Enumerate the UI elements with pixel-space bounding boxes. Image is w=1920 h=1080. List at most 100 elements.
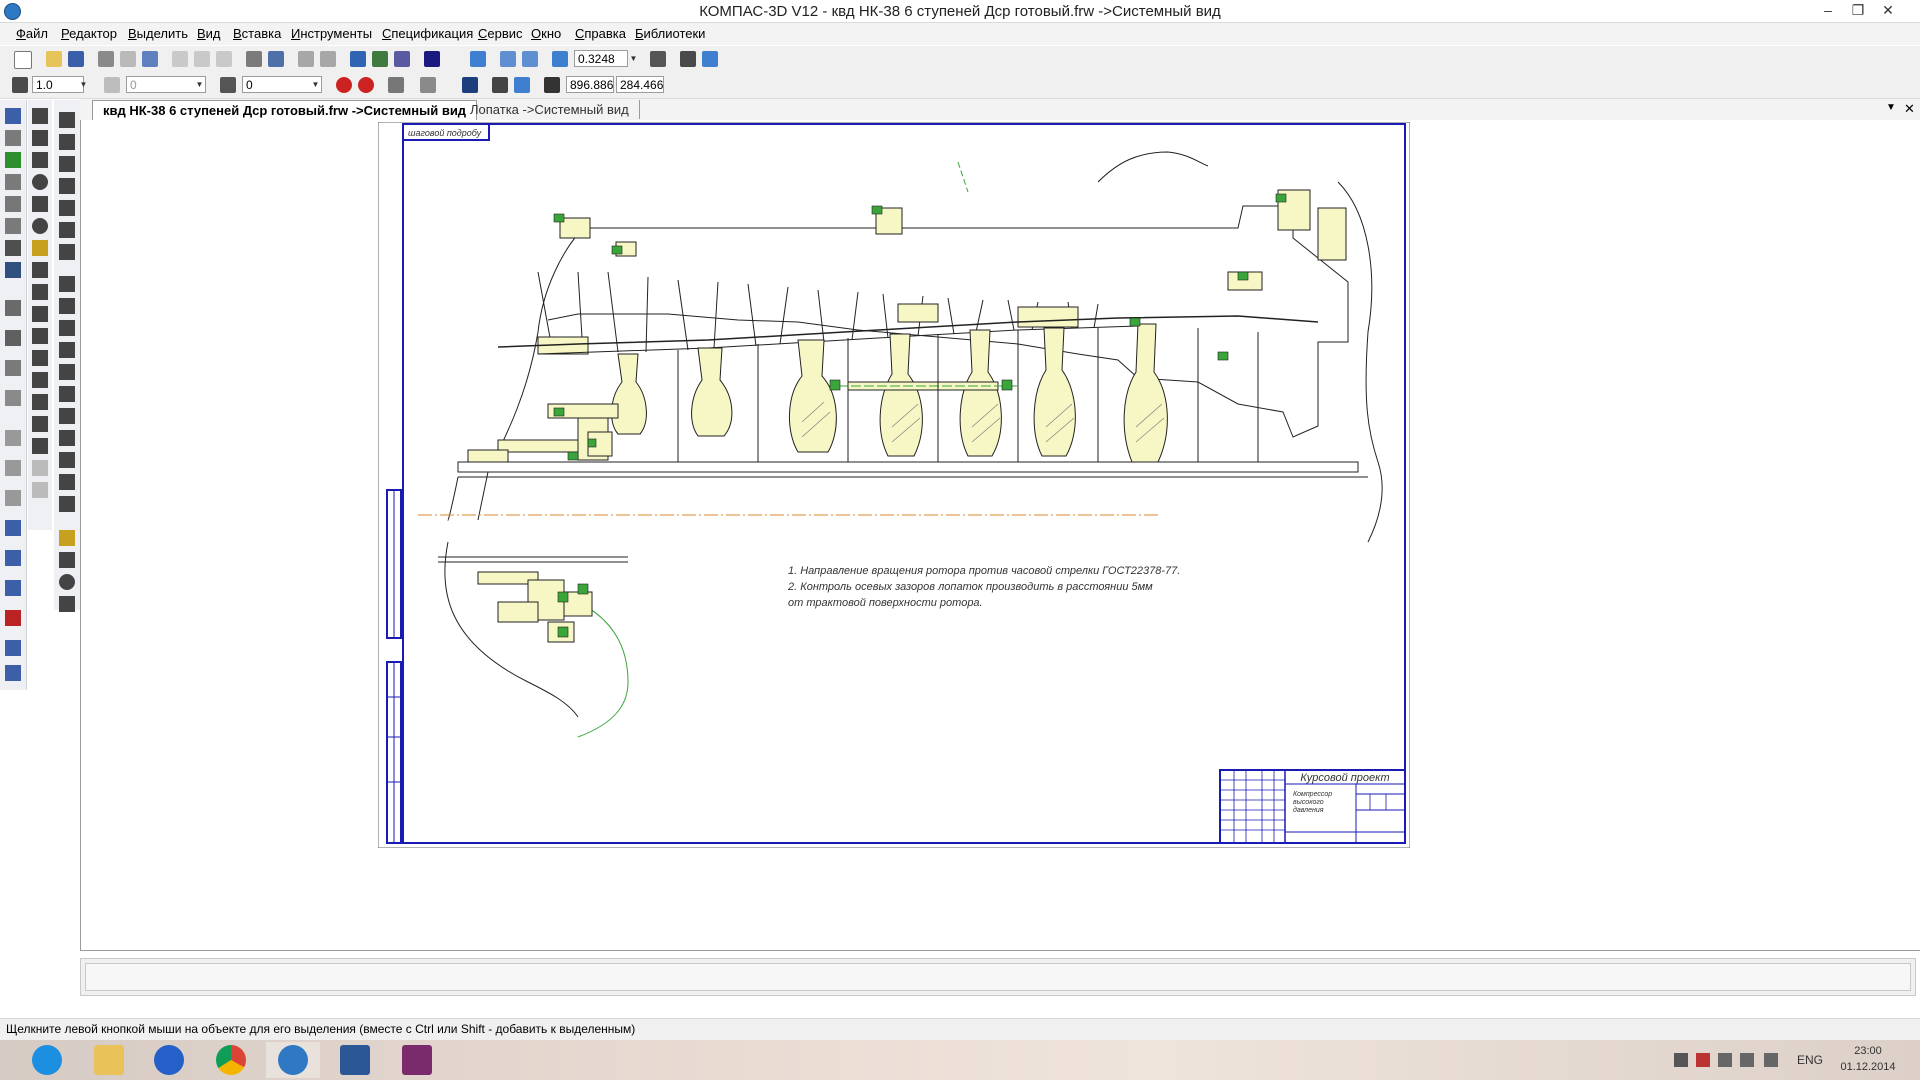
menu-service[interactable]: Сервис bbox=[478, 26, 523, 41]
radial-dimension-icon[interactable] bbox=[59, 156, 75, 172]
geometry-tab-icon[interactable] bbox=[5, 108, 21, 124]
wave-icon[interactable] bbox=[59, 596, 75, 612]
base-icon[interactable] bbox=[59, 320, 75, 336]
height-mark-icon[interactable] bbox=[59, 222, 75, 238]
fill-icon[interactable] bbox=[32, 438, 48, 454]
document-manager-icon[interactable] bbox=[142, 51, 158, 67]
save-icon[interactable] bbox=[68, 51, 84, 67]
previous-view-icon[interactable] bbox=[702, 51, 718, 67]
step-dropdown-icon[interactable]: ▼ bbox=[78, 77, 89, 92]
section-line-icon[interactable] bbox=[59, 452, 75, 468]
variables-icon[interactable] bbox=[394, 51, 410, 67]
snap-icon[interactable] bbox=[336, 77, 352, 93]
parametric-icon[interactable] bbox=[514, 77, 530, 93]
tray-language[interactable]: ENG bbox=[1797, 1053, 1823, 1067]
grid-icon[interactable] bbox=[420, 77, 436, 93]
angular-dimension-icon[interactable] bbox=[59, 178, 75, 194]
tabs-dropdown-icon[interactable]: ▼ bbox=[1886, 102, 1896, 113]
print-preview-icon[interactable] bbox=[120, 51, 136, 67]
sketch-tab-icon[interactable] bbox=[5, 520, 21, 536]
centre-mark-icon[interactable] bbox=[59, 496, 75, 512]
menu-tools[interactable]: Инструменты bbox=[291, 26, 372, 41]
manager-icon[interactable] bbox=[350, 51, 366, 67]
library-manager-icon[interactable] bbox=[372, 51, 388, 67]
auxiliary-line-icon[interactable] bbox=[32, 130, 48, 146]
dash-line-icon[interactable] bbox=[59, 552, 75, 568]
position-icon[interactable] bbox=[59, 386, 75, 402]
menu-select[interactable]: Выделить bbox=[128, 26, 188, 41]
view-arrow-icon[interactable] bbox=[59, 430, 75, 446]
segment-icon[interactable] bbox=[32, 152, 48, 168]
insert-tab-icon[interactable] bbox=[5, 360, 21, 376]
paste-icon[interactable] bbox=[216, 51, 232, 67]
pan-icon[interactable] bbox=[650, 51, 666, 67]
fragment-tab-icon[interactable] bbox=[5, 300, 21, 316]
marking-icon[interactable] bbox=[59, 408, 75, 424]
restore-button[interactable]: ❐ bbox=[1844, 1, 1872, 20]
round-icon[interactable] bbox=[492, 77, 508, 93]
internet-explorer-icon[interactable] bbox=[20, 1042, 74, 1078]
file-explorer-icon[interactable] bbox=[82, 1042, 136, 1078]
properties-panel-body[interactable] bbox=[85, 963, 1911, 991]
reports-tab-icon[interactable] bbox=[5, 330, 21, 346]
tolerance-icon[interactable] bbox=[59, 342, 75, 358]
redo-icon[interactable] bbox=[320, 51, 336, 67]
angle-dropdown-icon[interactable]: ▼ bbox=[194, 77, 205, 92]
tray-device-icon[interactable] bbox=[1718, 1053, 1732, 1067]
zoom-window-icon[interactable] bbox=[500, 51, 516, 67]
spec-tab-icon[interactable] bbox=[5, 262, 21, 278]
axis-line-icon[interactable] bbox=[59, 474, 75, 490]
polygon-icon[interactable] bbox=[32, 262, 48, 278]
measure-tab-icon[interactable] bbox=[5, 218, 21, 234]
copy-icon[interactable] bbox=[194, 51, 210, 67]
tab-kvd-drawing[interactable]: квд НК-38 6 ступеней Дср готовый.frw ->С… bbox=[92, 100, 478, 120]
target-icon[interactable] bbox=[59, 574, 75, 590]
select-tab-icon[interactable] bbox=[5, 240, 21, 256]
library-tab-icon[interactable] bbox=[5, 665, 21, 681]
circle-icon[interactable] bbox=[32, 174, 48, 190]
local-cs-icon[interactable] bbox=[388, 77, 404, 93]
axis-tab-icon[interactable] bbox=[5, 580, 21, 596]
menu-specification[interactable]: Спецификация bbox=[382, 26, 473, 41]
winrar-icon[interactable] bbox=[390, 1042, 444, 1078]
print-icon[interactable] bbox=[98, 51, 114, 67]
kompas-icon[interactable] bbox=[266, 1042, 320, 1078]
step-field[interactable]: 1.0 bbox=[32, 76, 84, 93]
break-icon[interactable] bbox=[32, 460, 48, 476]
rectangle-icon[interactable] bbox=[32, 240, 48, 256]
undo-icon[interactable] bbox=[298, 51, 314, 67]
roughness-icon[interactable] bbox=[59, 244, 75, 260]
chamfer-icon[interactable] bbox=[32, 306, 48, 322]
delete-tab-icon[interactable] bbox=[5, 610, 21, 626]
lightning-app-icon[interactable] bbox=[142, 1042, 196, 1078]
tray-expand-icon[interactable] bbox=[1674, 1053, 1688, 1067]
zoom-fit-icon[interactable] bbox=[470, 51, 486, 67]
symbols-tab-icon[interactable] bbox=[5, 152, 21, 168]
refresh-icon[interactable] bbox=[680, 51, 696, 67]
edit-tab-icon[interactable] bbox=[5, 174, 21, 190]
y-coordinate-field[interactable]: 284.466 bbox=[616, 76, 664, 93]
chrome-icon[interactable] bbox=[204, 1042, 258, 1078]
menu-libraries[interactable]: Библиотеки bbox=[635, 26, 705, 41]
arc-icon[interactable] bbox=[32, 196, 48, 212]
leader-icon[interactable] bbox=[59, 364, 75, 380]
polyline-tab-icon[interactable] bbox=[5, 550, 21, 566]
hatch-tab-icon[interactable] bbox=[5, 490, 21, 506]
tray-time[interactable]: 23:00 bbox=[1838, 1045, 1898, 1057]
zoom-dropdown-icon[interactable]: ▼ bbox=[628, 51, 639, 66]
minimize-button[interactable]: – bbox=[1814, 1, 1842, 20]
cut-icon[interactable] bbox=[172, 51, 188, 67]
menu-window[interactable]: Окно bbox=[531, 26, 561, 41]
contour-icon[interactable] bbox=[32, 350, 48, 366]
fillet-icon[interactable] bbox=[32, 328, 48, 344]
linear-dimension-icon[interactable] bbox=[59, 112, 75, 128]
equidistant-icon[interactable] bbox=[32, 372, 48, 388]
graphic-tab-icon[interactable] bbox=[5, 390, 21, 406]
menu-help[interactable]: Справка bbox=[575, 26, 626, 41]
format-painter-icon[interactable] bbox=[246, 51, 262, 67]
menu-file[interactable]: Файл bbox=[16, 26, 48, 41]
menu-editor[interactable]: Редактор bbox=[61, 26, 117, 41]
tray-flag-icon[interactable] bbox=[1696, 1053, 1710, 1067]
zoom-field[interactable]: 0.3248 bbox=[574, 50, 628, 67]
diameter-dimension-icon[interactable] bbox=[59, 134, 75, 150]
